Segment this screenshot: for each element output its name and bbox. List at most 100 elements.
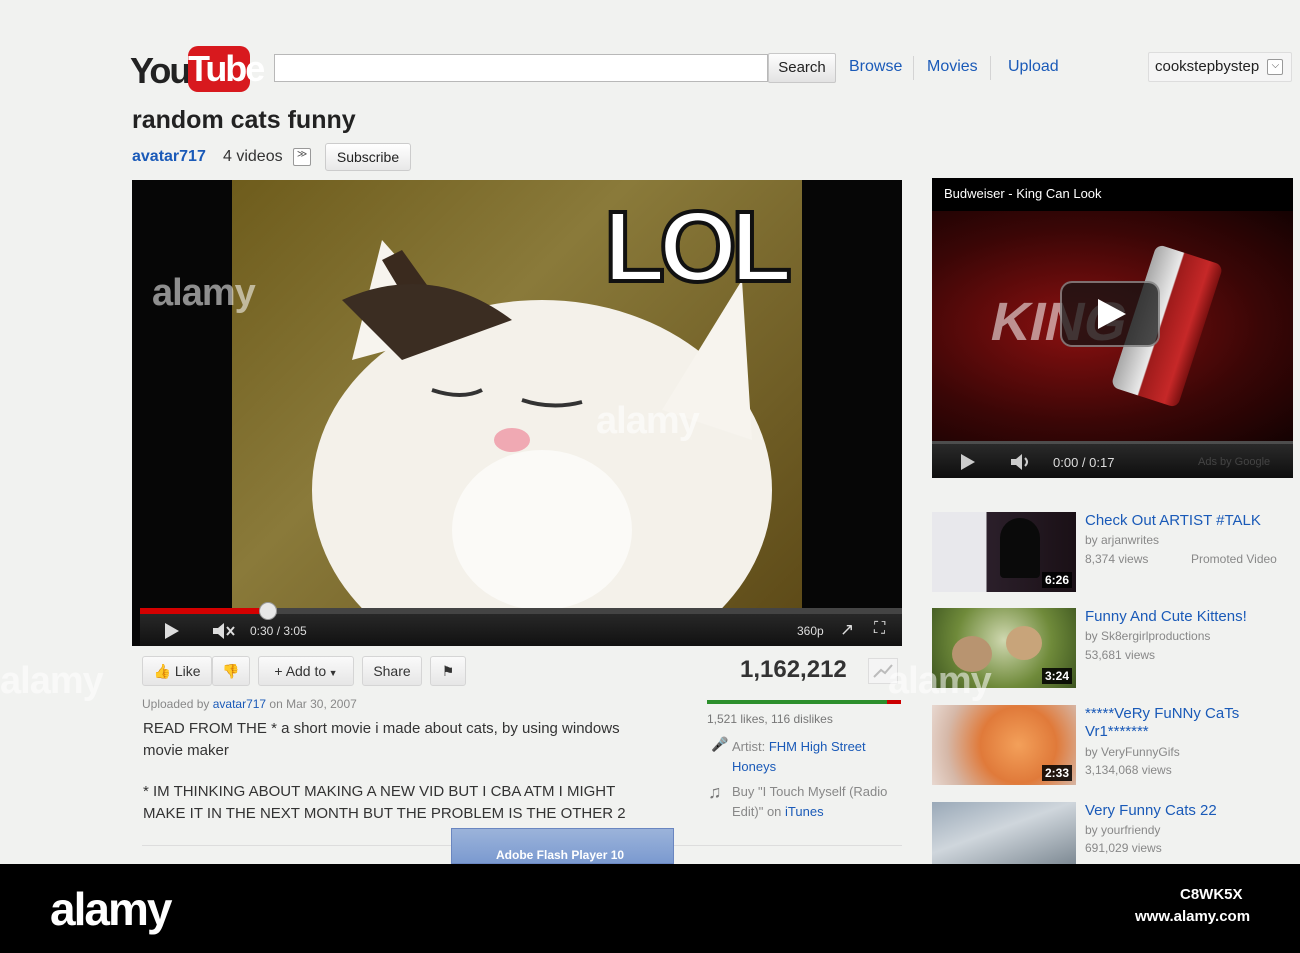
add-to-button[interactable]: + Add to ▼ xyxy=(258,656,354,686)
like-label: Like xyxy=(174,663,201,679)
watermark-text: alamy xyxy=(596,400,700,442)
buy-text: Buy "I Touch Myself (Radio xyxy=(732,784,888,799)
like-ratio-fill xyxy=(707,700,888,704)
view-count: 1,162,212 xyxy=(740,656,847,683)
like-button[interactable]: 👍 Like xyxy=(142,656,212,686)
person-graphic xyxy=(1000,518,1040,578)
related-author: by VeryFunnyGifs xyxy=(1085,745,1180,759)
channel-link[interactable]: avatar717 xyxy=(132,148,206,166)
upload-info: Uploaded by avatar717 on Mar 30, 2007 xyxy=(142,697,357,711)
flash-player-notice[interactable]: ✎ Adobe Flash Player 10 xyxy=(451,828,674,883)
flash-label: Adobe Flash Player 10 xyxy=(496,848,625,862)
like-ratio-bar xyxy=(707,700,901,704)
brand-url: www.alamy.com xyxy=(1135,908,1251,925)
stock-photo-bar: alamy C8WK5X www.alamy.com xyxy=(0,864,1300,953)
description-line: MAKE IT IN THE NEXT MONTH BUT THE PROBLE… xyxy=(143,805,626,822)
flag-icon: ⚑ xyxy=(441,663,455,679)
video-frame[interactable]: LOL xyxy=(232,180,802,608)
related-views: 3,134,068 views xyxy=(1085,763,1172,777)
nav-movies-link[interactable]: Movies xyxy=(927,58,978,76)
related-title[interactable]: Check Out ARTIST #TALK xyxy=(1085,512,1290,530)
thumbs-down-icon: 👎 xyxy=(222,663,240,679)
uploader-link[interactable]: avatar717 xyxy=(213,697,266,711)
ad-video-frame[interactable]: KING xyxy=(932,211,1293,441)
artist-link[interactable]: FHM High Street xyxy=(769,739,866,754)
itunes-link[interactable]: iTunes xyxy=(785,804,824,819)
related-author: by arjanwrites xyxy=(1085,533,1160,547)
volume-icon[interactable] xyxy=(1010,453,1032,471)
ad-title: Budweiser - King Can Look xyxy=(944,186,1102,201)
microphone-icon: 🎤 xyxy=(711,736,729,752)
nav-browse-link[interactable]: Browse xyxy=(849,58,902,76)
image-id: C8WK5X xyxy=(1180,886,1243,903)
time-display: 0:30 / 3:05 xyxy=(250,624,307,638)
description-line: READ FROM THE * a short movie i made abo… xyxy=(143,720,620,737)
plus-icon: + xyxy=(274,663,286,679)
related-title[interactable]: *****VeRy FuNNy CaTs Vr1******* xyxy=(1085,705,1290,741)
ad-player-controls: 0:00 / 0:17 Ads by Google xyxy=(932,441,1293,478)
progress-played xyxy=(140,608,268,614)
play-icon[interactable] xyxy=(960,453,976,471)
ad-player[interactable]: Budweiser - King Can Look KING 0:00 / 0:… xyxy=(932,178,1293,478)
share-button[interactable]: Share xyxy=(362,656,422,686)
video-count[interactable]: 4 videos ≫ xyxy=(223,148,312,166)
related-author: by yourfriendy xyxy=(1085,823,1161,837)
dislike-button[interactable]: 👎 xyxy=(212,656,250,686)
play-icon[interactable] xyxy=(164,622,180,640)
related-thumbnail[interactable]: 6:26 xyxy=(932,512,1076,592)
duration-badge: 6:26 xyxy=(1041,572,1072,588)
user-menu[interactable]: cookstepbystep ⌵ xyxy=(1148,52,1292,82)
related-video-item[interactable]: 2:33 *****VeRy FuNNy CaTs Vr1******* by … xyxy=(932,705,1294,785)
artist-link-line2[interactable]: Honeys xyxy=(732,759,776,774)
related-video-item[interactable]: Very Funny Cats 22 by yourfriendy 691,02… xyxy=(932,802,1294,864)
flag-button[interactable]: ⚑ xyxy=(430,656,466,686)
duration-badge: 2:33 xyxy=(1041,765,1072,781)
add-to-label: Add to xyxy=(285,663,327,679)
chevron-down-icon: ⌵ xyxy=(1267,59,1284,76)
kitten-graphic xyxy=(1006,626,1042,660)
related-video-item[interactable]: 6:26 Check Out ARTIST #TALK by arjanwrit… xyxy=(932,512,1294,592)
related-views: 691,029 views xyxy=(1085,841,1162,855)
search-button[interactable]: Search xyxy=(768,53,836,83)
quality-selector[interactable]: 360p xyxy=(797,624,824,638)
uploaded-prefix: Uploaded by xyxy=(142,697,213,711)
watermark-text: alamy xyxy=(152,272,256,314)
nav-divider xyxy=(913,56,914,80)
watermark-text: alamy xyxy=(888,660,992,702)
related-thumbnail[interactable]: 2:33 xyxy=(932,705,1076,785)
artist-label: Artist: xyxy=(732,739,769,754)
likes-dislikes-count: 1,521 likes, 116 dislikes xyxy=(707,712,833,726)
related-title[interactable]: Very Funny Cats 22 xyxy=(1085,802,1290,820)
youtube-logo[interactable]: You Tube xyxy=(130,44,265,96)
duration-badge: 3:24 xyxy=(1041,668,1072,684)
watermark-text: alamy xyxy=(0,660,104,702)
video-count-label: 4 videos xyxy=(223,148,283,166)
ad-time-display: 0:00 / 0:17 xyxy=(1053,455,1115,470)
nav-divider xyxy=(990,56,991,80)
description-line: movie maker xyxy=(143,742,229,759)
lol-caption: LOL xyxy=(602,189,794,305)
scrubber-handle[interactable] xyxy=(259,602,278,620)
popout-icon[interactable]: ↗ xyxy=(840,620,854,640)
username: cookstepbystep xyxy=(1155,58,1260,75)
related-title[interactable]: Funny And Cute Kittens! xyxy=(1085,608,1290,626)
music-note-icon: ♫ xyxy=(708,782,722,802)
play-icon xyxy=(1098,299,1126,329)
related-views: 53,681 views xyxy=(1085,648,1156,662)
related-thumbnail[interactable] xyxy=(932,802,1076,864)
progress-bar[interactable] xyxy=(140,602,902,620)
ads-by-label: Ads by Google xyxy=(1198,456,1271,468)
player-controls: 0:30 / 3:05 360p ↗ ⛶ xyxy=(140,602,902,646)
nav-upload-link[interactable]: Upload xyxy=(1008,58,1059,76)
mute-icon[interactable] xyxy=(212,622,236,640)
related-author: by Sk8ergirlproductions xyxy=(1085,629,1211,643)
brand-logo-text: alamy xyxy=(50,883,172,935)
video-player[interactable]: LOL 0:30 / 3:05 360p ↗ ⛶ xyxy=(132,180,902,646)
fullscreen-icon[interactable]: ⛶ xyxy=(874,620,885,638)
description-line: * IM THINKING ABOUT MAKING A NEW VID BUT… xyxy=(143,783,616,800)
chevron-down-icon[interactable]: ≫ xyxy=(293,148,312,166)
search-input[interactable] xyxy=(274,54,768,82)
ad-play-button[interactable] xyxy=(1060,281,1160,347)
promoted-label: Promoted Video xyxy=(1191,552,1277,566)
subscribe-button[interactable]: Subscribe xyxy=(325,143,411,171)
